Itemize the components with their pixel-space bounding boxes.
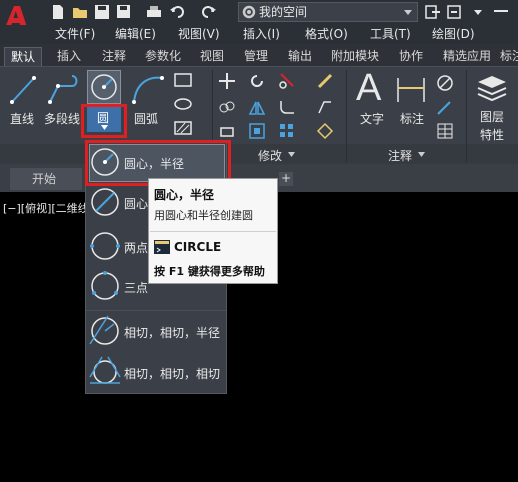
ribbon-tab-bar: 默认 插入 注释 参数化 视图 管理 输出 附加模块 协作 精选应用 标注 [0,44,518,66]
circle-tool-button[interactable] [87,70,121,104]
tab-featured-apps[interactable]: 精选应用 [443,47,491,66]
menu-item-label: 三点 [124,281,149,295]
menu-tools[interactable]: 工具(T) [370,26,411,43]
stretch-icon[interactable] [218,122,236,140]
highlight-circle-button [81,104,127,138]
polyline-icon[interactable] [46,72,82,106]
menu-separator [86,310,226,311]
circle-center-diameter-icon [91,188,119,216]
export-icon[interactable] [446,4,462,20]
modify-panel-label[interactable]: 修改 [258,147,282,164]
text-tool-icon[interactable]: A [356,68,381,108]
no-entry-icon[interactable] [436,74,454,92]
line-icon[interactable] [8,72,38,106]
menu-draw[interactable]: 绘图(D) [432,26,475,43]
workspace-selector[interactable]: 我的空间 [238,2,418,22]
new-file-icon[interactable] [50,4,66,20]
mirror-icon[interactable] [248,98,266,116]
move-icon[interactable] [218,72,236,90]
workspace-label: 我的空间 [259,5,308,19]
tab-manage[interactable]: 管理 [244,47,268,66]
circle-2-point-icon [90,232,120,260]
menu-item-tan-tan-tan[interactable]: 相切，相切，相切 [86,353,226,393]
scale-icon[interactable] [248,122,266,140]
tooltip-command: CIRCLE [174,240,222,254]
menu-insert[interactable]: 插入(I) [243,26,280,43]
tab-insert[interactable]: 插入 [57,47,81,66]
tab-view[interactable]: 视图 [200,47,224,66]
tab-start[interactable]: 开始 [10,168,82,190]
rectangle-icon[interactable] [173,72,193,88]
tab-collaborate[interactable]: 协作 [399,47,423,66]
layer-label-line2[interactable]: 特性 [480,126,504,143]
arc-icon[interactable] [130,72,166,106]
tab-output[interactable]: 输出 [288,47,312,66]
chevron-down-icon[interactable] [288,152,295,157]
tooltip-description: 用圆心和半径创建圆 [154,209,253,222]
offset-icon[interactable] [316,98,334,116]
menu-bar: 文件(F) 编辑(E) 视图(V) 插入(I) 格式(O) 工具(T) 绘图(D… [0,25,518,44]
erase-icon[interactable] [316,72,334,90]
line-label[interactable]: 直线 [10,110,34,127]
tooltip-help: 按 F1 键获得更多帮助 [154,265,265,278]
tab-dimension[interactable]: 标注 [500,47,518,66]
fillet-icon[interactable] [278,98,296,116]
ellipse-icon[interactable] [173,96,193,112]
tooltip-divider [150,231,276,232]
layer-label-line1[interactable]: 图层 [480,108,504,125]
explode-icon[interactable] [316,122,334,140]
tab-annotate[interactable]: 注释 [102,47,126,66]
rotate-icon[interactable] [248,72,266,90]
circle-3-point-icon [91,271,119,300]
qat-dropdown-icon[interactable] [470,4,486,20]
menu-item-label: 相切，相切，相切 [124,367,221,381]
array-icon[interactable] [278,122,296,140]
polyline-label[interactable]: 多段线 [44,110,80,127]
menu-item-label: 相切，相切，半径 [124,326,221,340]
circle-tan-tan-tan-icon [89,356,121,384]
circle-icon [91,74,117,100]
save-as-icon[interactable] [116,4,132,20]
dimension-icon[interactable] [394,74,428,106]
tooltip-title: 圆心，半径 [154,188,215,202]
tab-addins[interactable]: 附加模块 [331,47,379,66]
redo-icon[interactable] [200,4,216,20]
table-icon[interactable] [436,122,454,140]
menu-item-tan-tan-radius[interactable]: 相切，相切，半径 [86,312,226,352]
circle-tan-tan-radius-icon [89,315,119,345]
save-icon[interactable] [94,4,110,20]
panel-separator [466,70,467,162]
undo-icon[interactable] [170,4,186,20]
chevron-down-icon[interactable] [418,152,425,157]
leader-icon[interactable] [436,98,454,116]
hatch-icon[interactable] [173,120,193,136]
chevron-down-icon [404,10,412,15]
arc-label[interactable]: 圆弧 [134,110,158,127]
menu-edit[interactable]: 编辑(E) [115,26,156,43]
copy-icon[interactable] [218,98,236,116]
share-icon[interactable] [424,4,440,20]
tab-default[interactable]: 默认 [4,47,43,66]
new-tab-button[interactable]: + [279,172,293,186]
open-folder-icon[interactable] [72,4,88,20]
panel-separator [346,70,347,162]
command-line-icon [154,240,170,254]
menu-view[interactable]: 视图(V) [178,26,220,43]
gear-icon [242,5,256,19]
tab-parametric[interactable]: 参数化 [145,47,181,66]
trim-icon[interactable] [278,72,296,90]
menu-file[interactable]: 文件(F) [55,26,95,43]
menu-format[interactable]: 格式(O) [305,26,348,43]
dimension-label[interactable]: 标注 [400,110,424,127]
annotation-panel-label[interactable]: 注释 [388,147,412,164]
menu-item-label: 两点 [124,241,149,255]
layer-properties-icon[interactable] [474,72,508,104]
minimize-icon[interactable] [494,10,508,12]
print-icon[interactable] [146,4,162,20]
text-tool-label[interactable]: 文字 [360,110,384,127]
